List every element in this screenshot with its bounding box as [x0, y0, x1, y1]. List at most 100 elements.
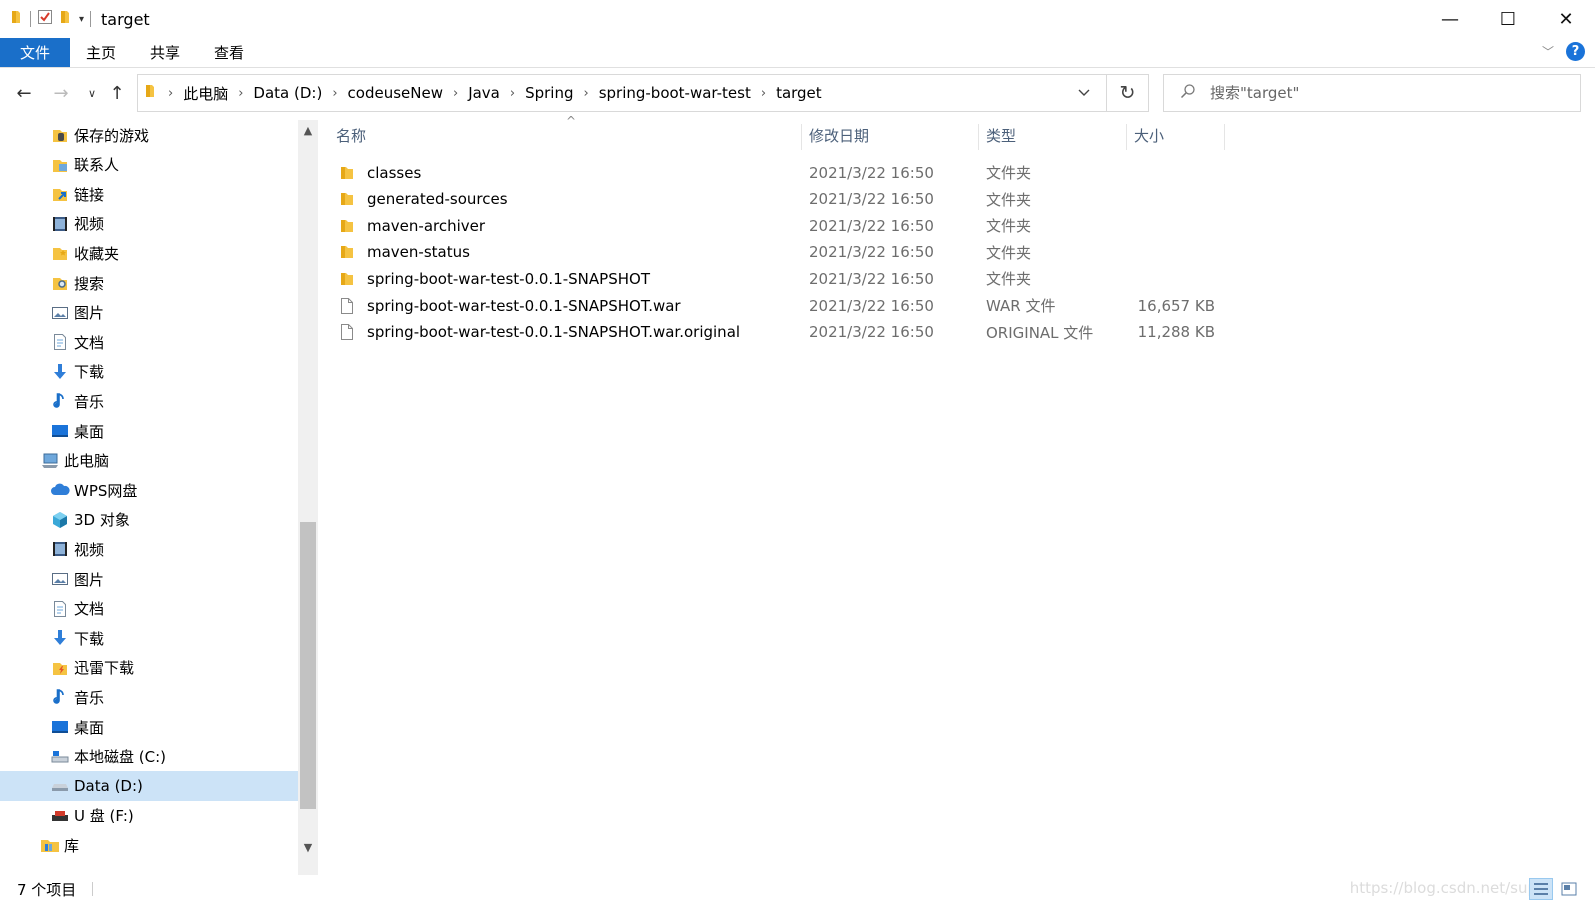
address-dropdown-icon[interactable] [1062, 75, 1106, 111]
tab-view[interactable]: 查看 [200, 38, 258, 67]
nav-item[interactable]: 保存的游戏 [0, 120, 298, 150]
ribbon-tabs: 文件 主页 共享 查看 ﹀ ? [0, 38, 1595, 68]
nav-item[interactable]: 音乐 [0, 386, 298, 416]
up-arrow-icon[interactable]: ↑ [105, 80, 129, 106]
crumb-codeusenew[interactable]: codeuseNew [348, 84, 443, 102]
chevron-right-icon[interactable]: › [583, 86, 588, 101]
details-view-icon[interactable] [1529, 878, 1553, 900]
chevron-right-icon[interactable]: › [761, 86, 766, 101]
file-row[interactable]: maven-status 2021/3/22 16:50 文件夹 [330, 239, 1580, 266]
properties-icon[interactable] [37, 9, 53, 29]
folder-icon [338, 217, 356, 235]
customize-toolbar-icon[interactable]: ▾ [79, 14, 84, 25]
nav-item[interactable]: 音乐 [0, 682, 298, 712]
nav-item[interactable]: WPS网盘 [0, 475, 298, 505]
crumb-data-d[interactable]: Data (D:) [253, 84, 322, 102]
nav-item-label: 图片 [74, 570, 105, 589]
nav-item[interactable]: 下载 [0, 623, 298, 653]
nav-item[interactable]: 视频 [0, 209, 298, 239]
crumb-spring[interactable]: Spring [525, 84, 573, 102]
nav-item[interactable]: 联系人 [0, 150, 298, 180]
nav-item-label: 下载 [74, 629, 105, 648]
chevron-right-icon[interactable]: › [332, 86, 337, 101]
tab-home[interactable]: 主页 [72, 38, 130, 67]
chevron-right-icon[interactable]: › [168, 86, 173, 101]
column-divider[interactable] [978, 124, 979, 150]
close-button[interactable]: ✕ [1537, 0, 1595, 38]
address-bar[interactable]: › 此电脑 › Data (D:) › codeuseNew › Java › … [137, 74, 1107, 112]
crumb-java[interactable]: Java [468, 84, 500, 102]
folder-icon [338, 164, 356, 182]
file-row[interactable]: spring-boot-war-test-0.0.1-SNAPSHOT 2021/… [330, 265, 1580, 292]
maximize-button[interactable]: ☐ [1479, 0, 1537, 38]
column-header-type[interactable]: 类型 [980, 120, 1126, 150]
file-row[interactable]: spring-boot-war-test-0.0.1-SNAPSHOT.war.… [330, 319, 1580, 346]
crumb-this-pc[interactable]: 此电脑 [183, 83, 228, 104]
help-icon[interactable]: ? [1566, 42, 1585, 61]
file-row[interactable]: maven-archiver 2021/3/22 16:50 文件夹 [330, 212, 1580, 239]
nav-item[interactable]: 收藏夹 [0, 238, 298, 268]
file-date: 2021/3/22 16:50 [809, 269, 934, 288]
links-icon [50, 185, 70, 203]
crumb-spring-boot-war-test[interactable]: spring-boot-war-test [599, 84, 751, 102]
nav-item-label: 桌面 [74, 718, 105, 737]
scroll-up-icon[interactable]: ▲ [298, 120, 318, 140]
file-name: spring-boot-war-test-0.0.1-SNAPSHOT.war.… [367, 323, 741, 342]
chevron-right-icon[interactable]: › [510, 86, 515, 101]
column-divider[interactable] [801, 124, 802, 150]
nav-item[interactable]: 下载 [0, 357, 298, 387]
column-divider[interactable] [1126, 124, 1127, 150]
new-folder-icon[interactable] [59, 9, 73, 29]
search-input[interactable] [1210, 84, 1550, 102]
scroll-down-icon[interactable]: ▼ [298, 837, 318, 857]
file-row[interactable]: generated-sources 2021/3/22 16:50 文件夹 [330, 186, 1580, 213]
nav-item[interactable]: 此电脑 [0, 446, 298, 476]
search-box[interactable] [1163, 74, 1581, 112]
nav-item[interactable]: 图片 [0, 564, 298, 594]
local-disk-icon [50, 748, 70, 766]
column-header-size[interactable]: 大小 [1128, 120, 1224, 150]
nav-item[interactable]: 库 [0, 830, 298, 860]
nav-item[interactable]: 视频 [0, 534, 298, 564]
nav-item[interactable]: U 盘 (F:) [0, 801, 298, 831]
file-name-cell: maven-archiver [338, 212, 485, 239]
nav-item[interactable]: 3D 对象 [0, 505, 298, 535]
nav-item[interactable]: 桌面 [0, 416, 298, 446]
toolbar-separator [90, 11, 92, 27]
nav-item-label: 桌面 [74, 422, 105, 441]
nav-item[interactable]: 迅雷下载 [0, 653, 298, 683]
scroll-thumb[interactable] [300, 522, 316, 809]
nav-item[interactable]: 搜索 [0, 268, 298, 298]
column-divider[interactable] [1224, 124, 1225, 150]
large-icons-view-icon[interactable] [1557, 878, 1581, 900]
nav-item[interactable]: Data (D:) [0, 771, 298, 802]
nav-item[interactable]: 图片 [0, 298, 298, 328]
nav-item[interactable]: 本地磁盘 (C:) [0, 742, 298, 772]
tab-file[interactable]: 文件 [0, 38, 70, 67]
chevron-right-icon[interactable]: › [453, 86, 458, 101]
column-header-date[interactable]: 修改日期 [803, 120, 979, 150]
file-row[interactable]: spring-boot-war-test-0.0.1-SNAPSHOT.war 2… [330, 292, 1580, 319]
tab-share[interactable]: 共享 [136, 38, 194, 67]
desktop-icon [50, 718, 70, 736]
back-arrow-icon[interactable]: ← [12, 80, 36, 106]
nav-item[interactable]: 文档 [0, 327, 298, 357]
forward-arrow-icon[interactable]: → [49, 80, 73, 106]
recent-locations-icon[interactable]: ∨ [80, 80, 104, 106]
nav-item[interactable]: 链接 [0, 179, 298, 209]
crumb-target[interactable]: target [776, 84, 822, 102]
minimize-button[interactable]: — [1421, 0, 1479, 38]
toolbar-separator [30, 11, 31, 27]
nav-item[interactable]: 文档 [0, 594, 298, 624]
documents-icon [50, 600, 70, 618]
refresh-icon[interactable]: ↻ [1107, 74, 1149, 112]
chevron-right-icon[interactable]: › [238, 86, 243, 101]
file-date: 2021/3/22 16:50 [809, 296, 934, 315]
expand-ribbon-icon[interactable]: ﹀ [1542, 43, 1554, 60]
nav-item[interactable]: 桌面 [0, 712, 298, 742]
column-header-name[interactable]: 名称 [330, 120, 800, 150]
view-switcher [1529, 878, 1581, 900]
file-name: maven-status [367, 243, 470, 262]
file-row[interactable]: classes 2021/3/22 16:50 文件夹 [330, 159, 1580, 186]
nav-scrollbar[interactable]: ▲ ▼ [298, 120, 318, 875]
